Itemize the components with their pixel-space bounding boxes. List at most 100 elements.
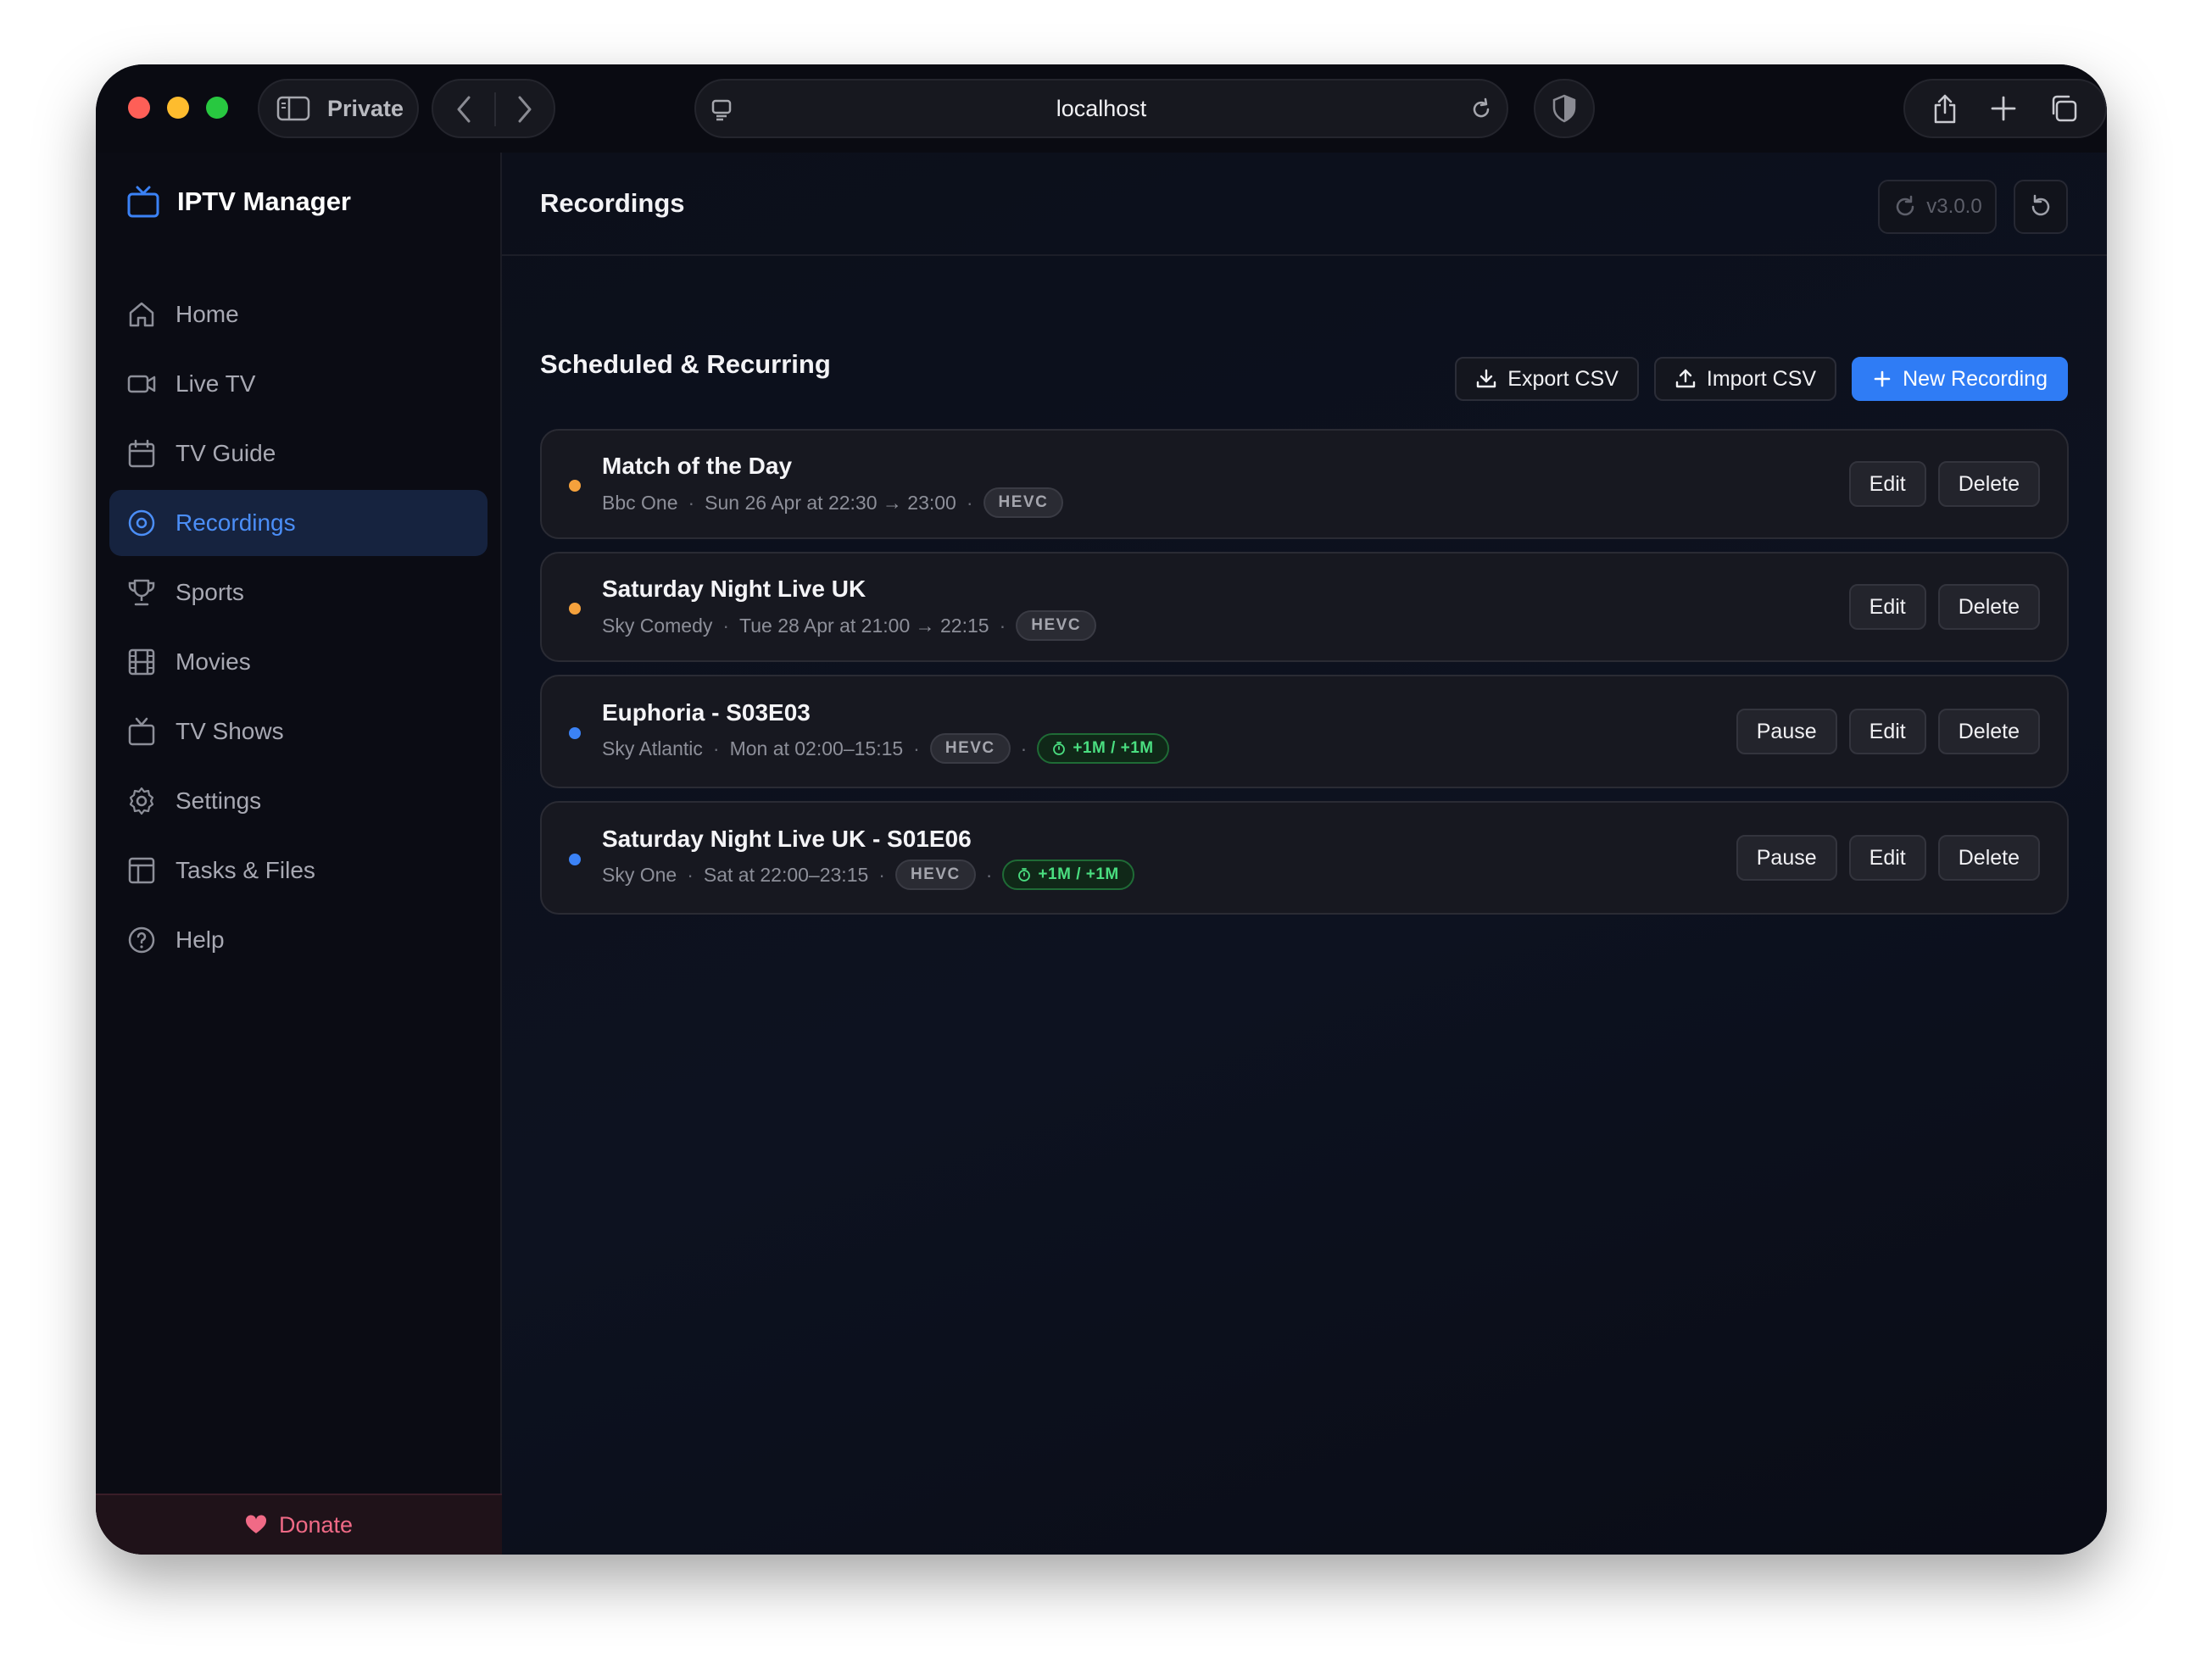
- tv-logo-icon: [127, 186, 159, 218]
- status-dot: [569, 480, 581, 492]
- delete-button[interactable]: Delete: [1937, 584, 2040, 630]
- donate-button[interactable]: Donate: [96, 1494, 502, 1555]
- sidebar-item-sports[interactable]: Sports: [109, 559, 488, 626]
- browser-toolbar: Private localhost: [96, 64, 2107, 153]
- meta-separator: ·: [999, 614, 1006, 637]
- forward-arrow-icon[interactable]: [516, 95, 533, 124]
- share-icon[interactable]: [1931, 92, 1959, 125]
- padding-badge: +1M / +1M: [1002, 859, 1134, 890]
- meta-separator: ·: [913, 737, 920, 759]
- sidebar-item-help[interactable]: Help: [109, 907, 488, 973]
- pause-button[interactable]: Pause: [1736, 709, 1837, 754]
- delete-button[interactable]: Delete: [1937, 461, 2040, 507]
- edit-button[interactable]: Edit: [1848, 709, 1926, 754]
- page-menu-icon[interactable]: [708, 96, 735, 123]
- meta-separator: ·: [722, 614, 730, 637]
- sidebar-item-tv-guide[interactable]: TV Guide: [109, 420, 488, 487]
- padding-label: +1M / +1M: [1073, 739, 1154, 757]
- page-title: Recordings: [540, 188, 685, 218]
- meta-separator: ·: [687, 863, 694, 886]
- section-title: Scheduled & Recurring: [540, 349, 831, 379]
- channel-name: Sky One: [602, 863, 677, 886]
- privacy-report-button[interactable]: [1534, 79, 1595, 138]
- recording-title: Match of the Day: [602, 453, 793, 479]
- brand[interactable]: IPTV Manager: [126, 185, 351, 219]
- sidebar-item-movies[interactable]: Movies: [109, 629, 488, 695]
- tab-overview-icon[interactable]: [2048, 93, 2079, 124]
- timer-icon: [1018, 868, 1031, 882]
- recording-actions: Edit Delete: [1848, 584, 2040, 630]
- sidebar-item-settings[interactable]: Settings: [109, 768, 488, 834]
- back-arrow-icon[interactable]: [455, 95, 472, 124]
- delete-button[interactable]: Delete: [1937, 709, 2040, 754]
- meta-separator: ·: [688, 491, 695, 514]
- sidebar-item-recordings[interactable]: Recordings: [109, 490, 488, 556]
- export-csv-label: Export CSV: [1507, 366, 1619, 391]
- nav-divider: [494, 92, 496, 126]
- codec-badge: HEVC: [894, 859, 976, 890]
- status-dot: [569, 603, 581, 615]
- sidebar-toggle-button[interactable]: Private: [258, 79, 419, 138]
- edit-button[interactable]: Edit: [1848, 835, 1926, 881]
- minimize-window-button[interactable]: [167, 97, 189, 119]
- undo-refresh-icon: [2031, 194, 2050, 216]
- new-tab-icon[interactable]: [1990, 95, 2017, 122]
- reload-icon[interactable]: [1468, 96, 1495, 123]
- sidebar-item-label: Settings: [176, 787, 262, 814]
- main-content: Recordings v3.0.0 Scheduled & Recurring …: [502, 153, 2107, 1555]
- plus-icon: [1874, 370, 1891, 387]
- close-window-button[interactable]: [128, 97, 150, 119]
- edit-button[interactable]: Edit: [1848, 584, 1926, 630]
- sidebar-nav: Home Live TV TV Guide Recordings Sports …: [109, 281, 488, 976]
- recording-actions: Pause Edit Delete: [1736, 835, 2040, 881]
- padding-badge: +1M / +1M: [1037, 733, 1169, 764]
- import-csv-button[interactable]: Import CSV: [1653, 357, 1837, 401]
- address-bar[interactable]: localhost: [694, 79, 1508, 138]
- meta-separator: ·: [966, 491, 973, 514]
- browser-window: Private localhost IPTV Manager Home Live…: [96, 64, 2107, 1555]
- meta-separator: ·: [712, 737, 720, 759]
- film-icon: [128, 648, 155, 676]
- sidebar-item-tv-shows[interactable]: TV Shows: [109, 698, 488, 765]
- new-recording-label: New Recording: [1903, 366, 2048, 391]
- recording-meta: Sky Comedy · Tue 28 Apr at 21:00 → 22:15…: [602, 610, 1097, 641]
- channel-name: Sky Comedy: [602, 614, 713, 637]
- sidebar-item-label: Tasks & Files: [176, 857, 315, 883]
- upload-icon: [1675, 369, 1696, 388]
- recording-card: Saturday Night Live UK Sky Comedy · Tue …: [540, 552, 2069, 662]
- recordings-toolbar: Export CSV Import CSV New Recording: [1455, 357, 2068, 401]
- check-updates-button[interactable]: v3.0.0: [1878, 180, 1997, 234]
- recording-actions: Pause Edit Delete: [1736, 709, 2040, 754]
- download-icon: [1477, 369, 1496, 388]
- channel-name: Bbc One: [602, 491, 678, 514]
- sidebar-item-home[interactable]: Home: [109, 281, 488, 348]
- schedule-time: Sat at 22:00–23:15: [703, 863, 869, 886]
- version-label: v3.0.0: [1926, 195, 1982, 218]
- import-csv-label: Import CSV: [1706, 366, 1817, 391]
- recording-title: Saturday Night Live UK - S01E06: [602, 826, 972, 852]
- home-icon: [129, 302, 154, 327]
- sidebar-item-label: Home: [176, 301, 239, 327]
- recording-card: Saturday Night Live UK - S01E06 Sky One …: [540, 801, 2069, 915]
- sidebar-icon: [276, 96, 310, 121]
- sidebar-item-tasks-files[interactable]: Tasks & Files: [109, 837, 488, 904]
- schedule-time: Sun 26 Apr at 22:30 → 23:00: [705, 491, 956, 514]
- recording-meta: Sky One · Sat at 22:00–23:15 · HEVC · +1…: [602, 859, 1134, 890]
- video-camera-icon: [127, 375, 156, 393]
- status-dot: [569, 727, 581, 739]
- delete-button[interactable]: Delete: [1937, 835, 2040, 881]
- new-recording-button[interactable]: New Recording: [1852, 357, 2068, 401]
- sidebar-item-live-tv[interactable]: Live TV: [109, 351, 488, 417]
- sidebar-item-label: Sports: [176, 579, 244, 605]
- sidebar-item-label: Recordings: [176, 509, 296, 536]
- recording-title: Euphoria - S03E03: [602, 699, 811, 726]
- maximize-window-button[interactable]: [206, 97, 228, 119]
- help-circle-icon: [128, 926, 155, 954]
- edit-button[interactable]: Edit: [1848, 461, 1926, 507]
- refresh-icon: [1897, 195, 1914, 216]
- reload-page-button[interactable]: [2014, 180, 2068, 234]
- codec-badge: HEVC: [983, 487, 1064, 518]
- pause-button[interactable]: Pause: [1736, 835, 1837, 881]
- timer-icon: [1053, 742, 1066, 755]
- export-csv-button[interactable]: Export CSV: [1455, 357, 1639, 401]
